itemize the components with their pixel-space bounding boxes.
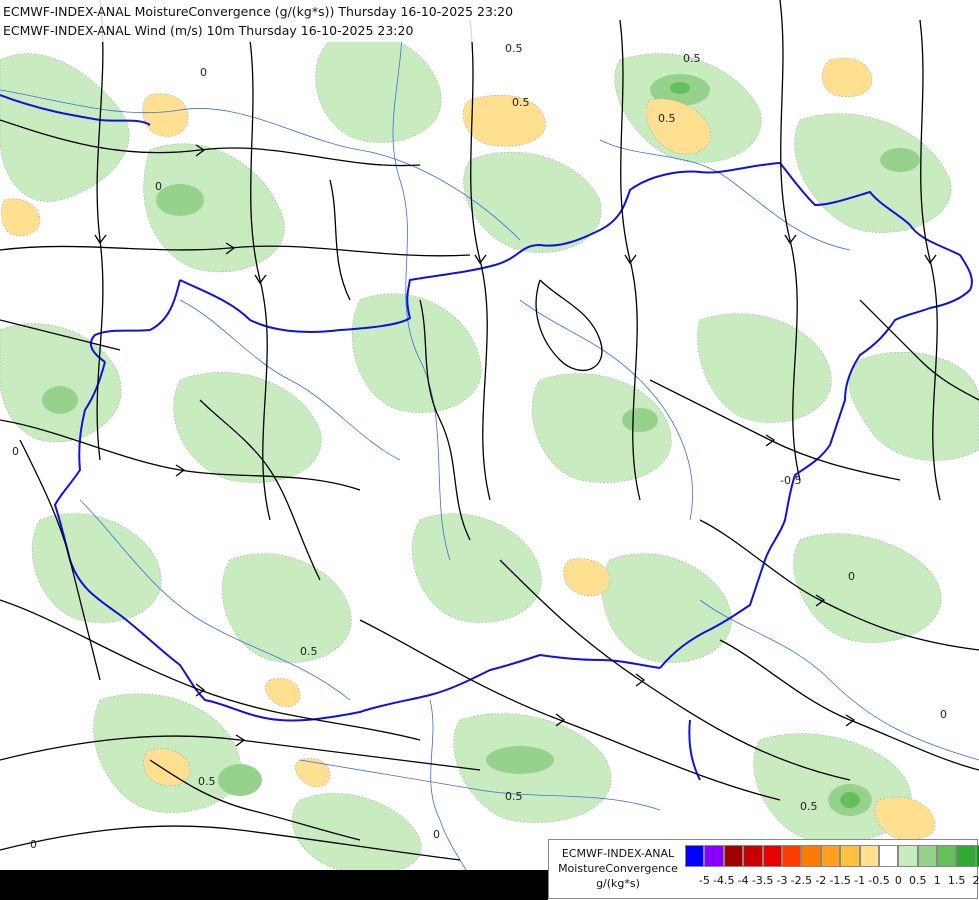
legend-tick-label: 0.5: [909, 874, 927, 887]
legend-tick-label: 1.5: [947, 874, 966, 887]
contour-label: 0.5: [800, 800, 818, 813]
legend-tick-label: -4.5: [713, 874, 735, 887]
legend-tick-label: -1: [854, 874, 866, 887]
legend-swatch: [781, 845, 802, 867]
contour-label: 0: [155, 180, 162, 193]
legend-swatch: [917, 845, 938, 867]
legend-name: ECMWF-INDEX-ANAL MoistureConvergence g/(…: [551, 846, 685, 891]
legend-swatch: [762, 845, 782, 867]
title-moisture-convergence: ECMWF-INDEX-ANAL MoistureConvergence (g/…: [3, 4, 514, 19]
legend-swatch: [704, 845, 724, 867]
legend-tick-label: -3.5: [751, 874, 774, 887]
legend-parameter: MoistureConvergence: [558, 862, 678, 875]
legend-tick-label: -1.5: [829, 874, 851, 887]
legend-swatch: [937, 845, 957, 867]
legend-tick-label: -2: [815, 874, 827, 887]
legend-tick-label: -2.5: [790, 874, 813, 887]
legend-swatch: [898, 845, 918, 867]
weather-map[interactable]: 0 0.5 0.5 0.5 0.5 0 0.5 0.5 0.5 0.5 0 -0…: [0, 0, 979, 900]
title-wind: ECMWF-INDEX-ANAL Wind (m/s) 10m Thursday…: [3, 23, 414, 38]
legend-swatch: [801, 845, 821, 867]
legend-tick-label: -4: [737, 874, 749, 887]
color-legend: ECMWF-INDEX-ANAL MoistureConvergence g/(…: [548, 839, 979, 899]
legend-swatch: [840, 845, 860, 867]
contour-label: 0.5: [505, 790, 523, 803]
legend-tick-label: 2: [972, 874, 979, 887]
contour-label: 0: [848, 570, 855, 583]
contour-label: 0: [30, 838, 37, 851]
legend-tick-label: -0.5: [868, 874, 890, 887]
legend-tick-label: 1: [933, 874, 941, 887]
legend-unit: g/(kg*s): [596, 877, 640, 890]
contour-label: 0.5: [505, 42, 523, 55]
bottom-black-bar: [0, 870, 548, 900]
legend-swatches: [685, 845, 979, 867]
legend-ticks: -5 -4.5 -4 -3.5 -3 -2.5 -2 -1.5 -1 -0.5 0 0.5 1 1.5 2: [685, 874, 979, 890]
legend-swatch: [820, 845, 841, 867]
legend-swatch: [956, 845, 976, 867]
contour-label: 0.5: [300, 645, 318, 658]
contour-label: 0.5: [658, 112, 676, 125]
map-title: ECMWF-INDEX-ANAL MoistureConvergence (g/…: [0, 0, 518, 42]
contour-label: 0: [200, 66, 207, 79]
legend-swatch: [743, 845, 763, 867]
legend-tick-label: -3: [776, 874, 788, 887]
contour-label: 0: [433, 828, 440, 841]
contour-label: 0: [940, 708, 947, 721]
contour-label: 0.5: [198, 775, 216, 788]
contour-label: 0.5: [683, 52, 701, 65]
legend-swatch: [859, 845, 879, 867]
legend-tick-label: 0: [894, 874, 902, 887]
legend-model: ECMWF-INDEX-ANAL: [561, 847, 675, 860]
contour-label: -0.5: [780, 474, 801, 487]
contour-label: 0.5: [512, 96, 530, 109]
contour-label: 0: [12, 445, 19, 458]
legend-swatch: [685, 845, 705, 867]
legend-swatch: [878, 845, 899, 867]
legend-tick-label: -5: [698, 874, 710, 887]
legend-swatch: [723, 845, 744, 867]
